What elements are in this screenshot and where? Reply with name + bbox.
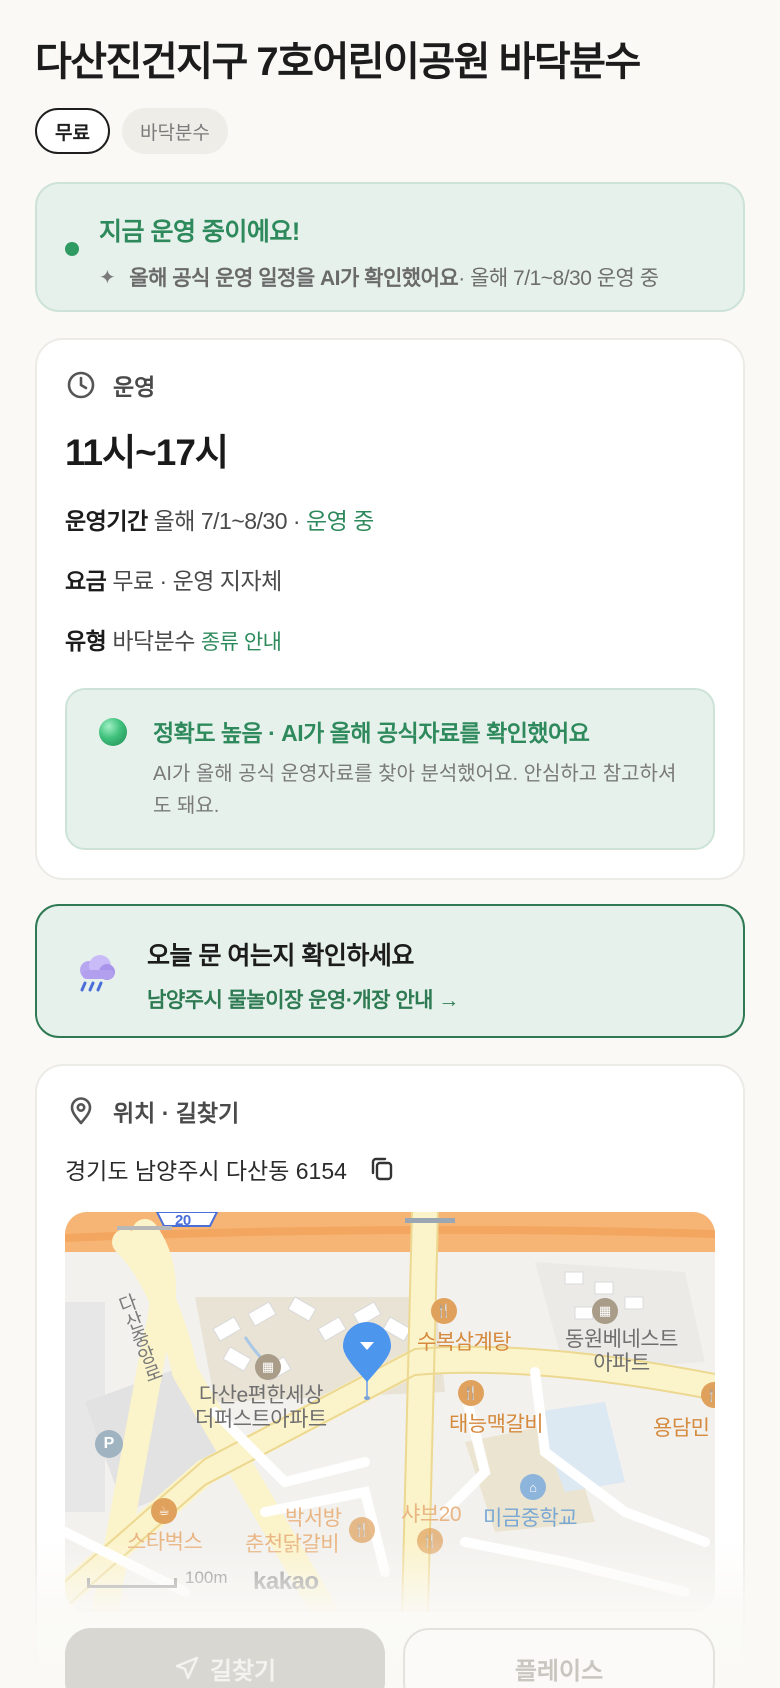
operation-heading-label: 운영 — [113, 374, 156, 400]
operation-heading: 운영 — [65, 368, 715, 402]
apartment-icon: ▦ — [592, 1298, 618, 1324]
parking-icon: P — [95, 1430, 123, 1458]
type-value: 바닥분수 — [112, 628, 195, 654]
road-badge-label: 20 — [175, 1212, 191, 1229]
period-value: 올해 7/1~8/30 · — [153, 508, 306, 534]
type-key: 유형 — [65, 628, 107, 654]
place-school[interactable]: 미금중학교 — [483, 1502, 578, 1532]
accuracy-indicator-icon — [99, 718, 127, 746]
map-scale-bar — [87, 1578, 177, 1588]
restaurant-icon: 🍴 — [431, 1298, 457, 1324]
directions-label: 길찾기 — [209, 1657, 277, 1685]
type-guide-link[interactable]: 종류 안내 — [201, 631, 282, 654]
period-status: 운영 중 — [305, 508, 374, 534]
sparkle-icon: ✦ — [99, 266, 116, 289]
period-key: 운영기간 — [65, 508, 148, 534]
clock-icon — [67, 371, 95, 399]
place-dasan-line1: 다산e편한세상 — [198, 1384, 324, 1407]
address-text: 경기도 남양주시 다산동 6154 — [65, 1158, 347, 1184]
map-scale: 100m — [87, 1568, 228, 1588]
tag-chips: 무료 바닥분수 — [35, 108, 745, 154]
open-check-title: 오늘 문 여는지 확인하세요 — [147, 942, 414, 970]
operating-hours: 11시~17시 — [65, 432, 229, 473]
type-row: 유형 바닥분수 종류 안내 — [65, 622, 715, 656]
bottom-action-bar: 길찾기 플레이스 — [65, 1628, 715, 1688]
status-banner: 지금 운영 중이에요! ✦ 올해 공식 운영 일정을 AI가 확인했어요 · 올… — [35, 182, 745, 312]
open-check-link[interactable]: 남양주시 물놀이장 운영·개장 안내 → — [147, 984, 743, 1014]
page: 다산진건지구 7호어린이공원 바닥분수 무료 바닥분수 지금 운영 중이에요! … — [0, 0, 780, 1664]
fee-row: 요금 무료 · 운영 지자체 — [65, 562, 715, 596]
place-dasan-line2: 더퍼스트아파트 — [195, 1408, 327, 1431]
period-row: 운영기간 올해 7/1~8/30 · 운영 중 — [65, 502, 715, 536]
chip-free[interactable]: 무료 — [35, 108, 110, 154]
cafe-icon: ☕ — [151, 1498, 177, 1524]
navigation-arrow-icon — [175, 1656, 199, 1680]
location-heading-label: 위치 · 길찾기 — [113, 1100, 240, 1126]
map-view[interactable]: 20 다산중앙로 🍴 수복삼계탕 ▦ 동원베네스트 아파트 ▦ 다산e편한세상 … — [65, 1212, 715, 1612]
place-label: 플레이스 — [514, 1657, 604, 1685]
fee-value: 무료 · 운영 지자체 — [112, 568, 282, 594]
fee-key: 요금 — [65, 568, 107, 594]
chip-type[interactable]: 바닥분수 — [121, 108, 228, 154]
directions-button[interactable]: 길찾기 — [65, 1628, 385, 1688]
accuracy-title: 정확도 높음 · AI가 올해 공식자료를 확인했어요 — [153, 720, 590, 746]
place-dongwon-line2: 아파트 — [593, 1352, 650, 1375]
apartment-icon: ▦ — [255, 1354, 281, 1380]
accuracy-box: 정확도 높음 · AI가 올해 공식자료를 확인했어요 AI가 올해 공식 운영… — [65, 688, 715, 850]
map-attribution: kakao — [253, 1568, 319, 1595]
operation-card: 운영 11시~17시 운영기간 올해 7/1~8/30 · 운영 중 요금 무료 ·… — [35, 338, 745, 880]
status-dot-icon — [65, 242, 79, 256]
location-heading: 위치 · 길찾기 — [65, 1094, 715, 1128]
page-title: 다산진건지구 7호어린이공원 바닥분수 — [35, 40, 641, 84]
school-icon: ⌂ — [520, 1474, 546, 1500]
place-yongdam[interactable]: 용담민 — [653, 1412, 710, 1442]
place-shabu[interactable]: 샤브20 — [401, 1498, 462, 1528]
address-row: 경기도 남양주시 다산동 6154 — [65, 1152, 715, 1186]
location-card: 위치 · 길찾기 경기도 남양주시 다산동 6154 20 다산중앙로 🍴 수복… — [35, 1064, 745, 1664]
place-subok[interactable]: 수복삼계탕 — [417, 1326, 512, 1356]
status-sub-bold: 올해 공식 운영 일정을 AI가 확인했어요 — [129, 267, 459, 290]
place-dasan[interactable]: 다산e편한세상 더퍼스트아파트 — [195, 1384, 327, 1432]
restaurant-icon: 🍴 — [458, 1380, 484, 1406]
status-sub-rest: · 올해 7/1~8/30 운영 중 — [458, 267, 659, 290]
location-pin-icon — [70, 1097, 92, 1125]
place-starbucks[interactable]: 스타벅스 — [127, 1526, 203, 1556]
map-scale-label: 100m — [185, 1568, 228, 1587]
map-marker-icon[interactable] — [341, 1320, 393, 1402]
place-taeneung[interactable]: 태능맥갈비 — [449, 1408, 544, 1438]
status-subtitle: ✦ 올해 공식 운영 일정을 AI가 확인했어요 · 올해 7/1~8/30 운… — [99, 262, 713, 292]
status-title: 지금 운영 중이에요! — [99, 218, 300, 246]
place-dongwon-line1: 동원베네스트 — [565, 1328, 678, 1351]
place-button[interactable]: 플레이스 — [403, 1628, 715, 1688]
restaurant-icon: 🍴 — [349, 1517, 375, 1543]
place-dongwon[interactable]: 동원베네스트 아파트 — [565, 1328, 678, 1376]
restaurant-icon: 🍴 — [417, 1528, 443, 1554]
place-chuncheon[interactable]: 춘천닭갈비 — [245, 1528, 340, 1558]
accuracy-description: AI가 올해 공식 운영자료를 찾아 분석했어요. 안심하고 참고하셔도 돼요. — [153, 763, 677, 817]
copy-icon[interactable] — [367, 1154, 397, 1184]
open-check-card[interactable]: 오늘 문 여는지 확인하세요 남양주시 물놀이장 운영·개장 안내 → — [35, 904, 745, 1038]
rain-cloud-icon — [80, 955, 115, 992]
